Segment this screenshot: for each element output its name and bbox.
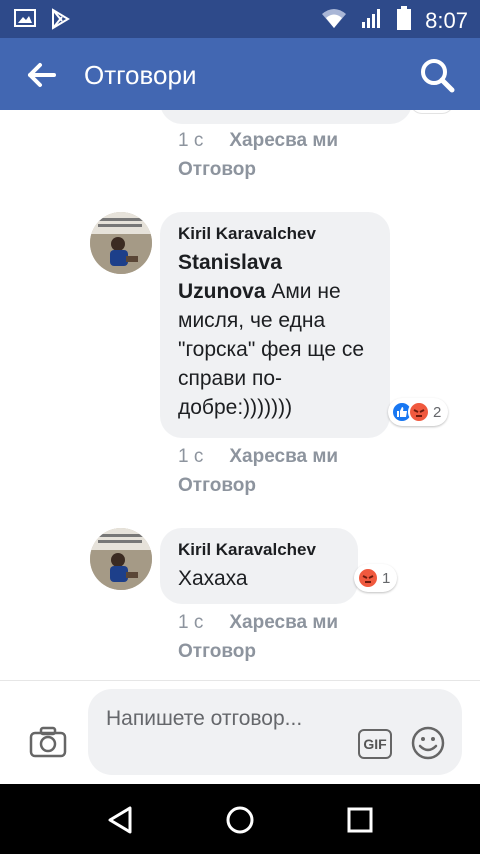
like-link[interactable]: Харесва ми bbox=[229, 130, 338, 151]
mention-link[interactable]: Stanislava Uzunova bbox=[178, 251, 282, 303]
battery-icon bbox=[397, 6, 412, 35]
like-link[interactable]: Харесва ми bbox=[229, 612, 338, 633]
wifi-icon bbox=[321, 7, 347, 34]
comment-meta: 1 с Харесва ми Отговор bbox=[178, 442, 338, 500]
status-bar: 8:07 bbox=[0, 0, 480, 38]
angry-reaction-icon bbox=[357, 567, 379, 589]
camera-icon bbox=[28, 726, 68, 763]
comment-author[interactable]: Kiril Karavalchev bbox=[178, 540, 340, 560]
comment-meta: 1 с Харесва ми Отговор bbox=[178, 608, 338, 666]
reply-composer: Напишете отговор... GIF bbox=[0, 680, 480, 784]
avatar[interactable] bbox=[90, 528, 152, 590]
previous-comment-meta: 1 с Харесва ми Отговор bbox=[178, 126, 338, 184]
comment-time: 1 с bbox=[178, 612, 204, 633]
emoji-icon bbox=[410, 726, 446, 765]
comment-bubble[interactable]: Kiril Karavalchev Stanislava Uzunova Ами… bbox=[160, 212, 390, 438]
search-button[interactable] bbox=[418, 56, 458, 96]
replies-list[interactable]: 1 с Харесва ми Отговор Kiril Karavalchev … bbox=[0, 110, 480, 680]
avatar[interactable] bbox=[90, 212, 152, 274]
back-button[interactable] bbox=[22, 58, 62, 92]
system-nav-bar bbox=[0, 784, 480, 854]
camera-button[interactable] bbox=[28, 725, 68, 759]
reaction-count: 1 bbox=[382, 569, 391, 587]
reply-input-placeholder: Напишете отговор... bbox=[106, 707, 303, 730]
comment-author[interactable]: Kiril Karavalchev bbox=[178, 224, 372, 244]
comment-body: Хахаха bbox=[178, 567, 248, 590]
previous-comment-bubble bbox=[160, 110, 412, 124]
gif-button[interactable]: GIF bbox=[358, 729, 392, 759]
reaction-summary[interactable]: 2 bbox=[388, 398, 449, 426]
reaction-count: 2 bbox=[433, 403, 442, 421]
image-icon bbox=[14, 8, 36, 35]
previous-reaction-pill bbox=[410, 110, 454, 114]
app-bar: Отговори bbox=[0, 38, 480, 110]
reply-input[interactable]: Напишете отговор... GIF bbox=[88, 689, 462, 775]
nav-home-button[interactable] bbox=[222, 802, 258, 838]
reply-link[interactable]: Отговор bbox=[178, 641, 256, 662]
clock: 8:07 bbox=[425, 7, 468, 33]
nav-recents-button[interactable] bbox=[342, 802, 378, 838]
comment-time: 1 с bbox=[178, 446, 204, 467]
comment-bubble[interactable]: Kiril Karavalchev Хахаха bbox=[160, 528, 358, 604]
page-title: Отговори bbox=[84, 60, 197, 90]
reaction-summary[interactable]: 1 bbox=[354, 564, 398, 592]
signal-icon bbox=[361, 7, 383, 34]
reply-link[interactable]: Отговор bbox=[178, 475, 256, 496]
comment-text: Stanislava Uzunova Ами не мисля, че една… bbox=[178, 248, 372, 422]
back-triangle-icon bbox=[104, 806, 140, 842]
nav-back-button[interactable] bbox=[104, 802, 140, 838]
reply-link[interactable]: Отговор bbox=[178, 159, 256, 180]
search-icon bbox=[418, 59, 458, 100]
comment-time: 1 с bbox=[178, 130, 204, 151]
recents-square-icon bbox=[342, 807, 378, 842]
like-link[interactable]: Харесва ми bbox=[229, 446, 338, 467]
emoji-button[interactable] bbox=[410, 725, 446, 761]
arrow-left-icon bbox=[22, 63, 62, 96]
angry-reaction-icon bbox=[408, 401, 430, 423]
play-store-icon bbox=[50, 8, 70, 35]
home-circle-icon bbox=[222, 806, 258, 842]
